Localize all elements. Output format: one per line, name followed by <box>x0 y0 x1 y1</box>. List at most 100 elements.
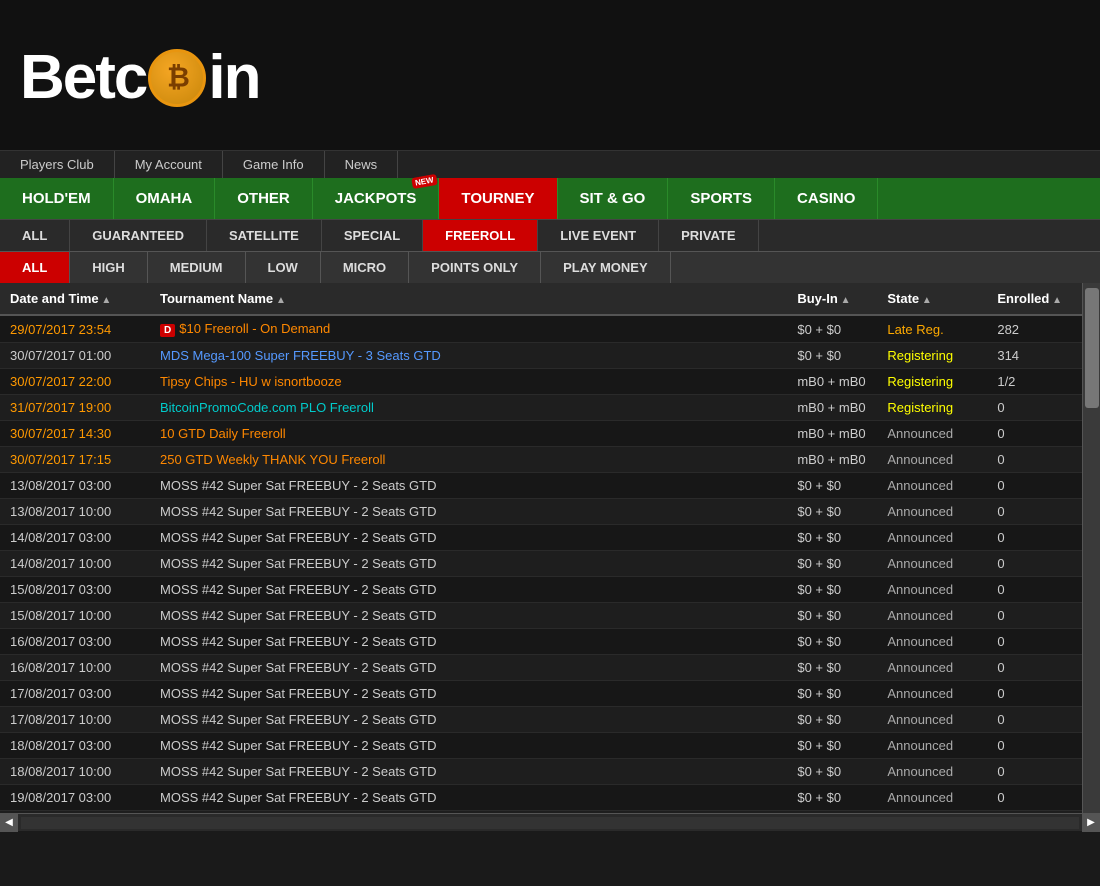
tournament-link[interactable]: MOSS #42 Super Sat FREEBUY - 2 Seats GTD <box>160 738 436 753</box>
cell-name[interactable]: MOSS #42 Super Sat FREEBUY - 2 Seats GTD <box>150 707 787 733</box>
badge-d: D <box>160 324 175 337</box>
tournament-link[interactable]: MOSS #42 Super Sat FREEBUY - 2 Seats GTD <box>160 556 436 571</box>
table-row[interactable]: 16/08/2017 10:00 MOSS #42 Super Sat FREE… <box>0 655 1100 681</box>
table-row[interactable]: 31/07/2017 19:00 BitcoinPromoCode.com PL… <box>0 395 1100 421</box>
table-row[interactable]: 14/08/2017 03:00 MOSS #42 Super Sat FREE… <box>0 525 1100 551</box>
cell-state: Announced <box>877 629 987 655</box>
sub-nav2-play-money[interactable]: PLAY MONEY <box>541 252 671 283</box>
cell-name[interactable]: MOSS #42 Super Sat FREEBUY - 2 Seats GTD <box>150 681 787 707</box>
table-row[interactable]: 19/08/2017 03:00 MOSS #42 Super Sat FREE… <box>0 785 1100 811</box>
top-nav-game-info[interactable]: Game Info <box>223 151 325 178</box>
sub-nav2-high[interactable]: HIGH <box>70 252 148 283</box>
col-header-date[interactable]: Date and Time <box>0 283 150 315</box>
main-nav-casino[interactable]: CASINO <box>775 178 878 219</box>
tournament-link[interactable]: MOSS #42 Super Sat FREEBUY - 2 Seats GTD <box>160 478 436 493</box>
cell-name[interactable]: MOSS #42 Super Sat FREEBUY - 2 Seats GTD <box>150 499 787 525</box>
tournament-table-container[interactable]: Date and Time Tournament Name Buy-In Sta… <box>0 283 1100 813</box>
table-row[interactable]: 14/08/2017 10:00 MOSS #42 Super Sat FREE… <box>0 551 1100 577</box>
sub-nav1-guaranteed[interactable]: GUARANTEED <box>70 220 207 251</box>
table-row[interactable]: 30/07/2017 14:30 10 GTD Daily Freeroll m… <box>0 421 1100 447</box>
cell-name[interactable]: MOSS #42 Super Sat FREEBUY - 2 Seats GTD <box>150 733 787 759</box>
col-header-buyin[interactable]: Buy-In <box>787 283 877 315</box>
cell-enrolled: 0 <box>987 733 1072 759</box>
cell-name[interactable]: MOSS #42 Super Sat FREEBUY - 2 Seats GTD <box>150 551 787 577</box>
cell-name[interactable]: MOSS #42 Super Sat FREEBUY - 2 Seats GTD <box>150 759 787 785</box>
tournament-link[interactable]: MOSS #42 Super Sat FREEBUY - 2 Seats GTD <box>160 660 436 675</box>
cell-name[interactable]: MOSS #42 Super Sat FREEBUY - 2 Seats GTD <box>150 655 787 681</box>
top-nav-players-club[interactable]: Players Club <box>0 151 115 178</box>
sub-nav2-micro[interactable]: MICRO <box>321 252 409 283</box>
col-header-enrolled[interactable]: Enrolled <box>987 283 1072 315</box>
cell-name[interactable]: MOSS #42 Super Sat FREEBUY - 2 Seats GTD <box>150 473 787 499</box>
cell-name[interactable]: BitcoinPromoCode.com PLO Freeroll <box>150 395 787 421</box>
table-row[interactable]: 16/08/2017 03:00 MOSS #42 Super Sat FREE… <box>0 629 1100 655</box>
tournament-link[interactable]: BitcoinPromoCode.com PLO Freeroll <box>160 400 374 415</box>
table-row[interactable]: 19/08/2017 10:00 MOSS #42 Super Sat FREE… <box>0 811 1100 814</box>
table-row[interactable]: 17/08/2017 10:00 MOSS #42 Super Sat FREE… <box>0 707 1100 733</box>
main-nav-holdem[interactable]: HOLD'EM <box>0 178 114 219</box>
table-row[interactable]: 17/08/2017 03:00 MOSS #42 Super Sat FREE… <box>0 681 1100 707</box>
top-nav-news[interactable]: News <box>325 151 399 178</box>
tournament-link[interactable]: 250 GTD Weekly THANK YOU Freeroll <box>160 452 385 467</box>
tournament-link[interactable]: MOSS #42 Super Sat FREEBUY - 2 Seats GTD <box>160 764 436 779</box>
sub-nav2-low[interactable]: LOW <box>246 252 321 283</box>
tournament-link[interactable]: $10 Freeroll - On Demand <box>179 321 330 336</box>
cell-name[interactable]: D $10 Freeroll - On Demand <box>150 315 787 343</box>
col-header-name[interactable]: Tournament Name <box>150 283 787 315</box>
table-row[interactable]: 30/07/2017 01:00 MDS Mega-100 Super FREE… <box>0 343 1100 369</box>
main-nav-other[interactable]: OTHER <box>215 178 313 219</box>
sub-nav2-medium[interactable]: MEDIUM <box>148 252 246 283</box>
sub-nav1-live-event[interactable]: LIVE EVENT <box>538 220 659 251</box>
main-nav-tourney[interactable]: TOURNEY <box>439 178 557 219</box>
sub-nav1-satellite[interactable]: SATELLITE <box>207 220 322 251</box>
table-row[interactable]: 30/07/2017 17:15 250 GTD Weekly THANK YO… <box>0 447 1100 473</box>
cell-name[interactable]: MOSS #42 Super Sat FREEBUY - 2 Seats GTD <box>150 811 787 814</box>
table-row[interactable]: 13/08/2017 03:00 MOSS #42 Super Sat FREE… <box>0 473 1100 499</box>
sub-nav2-all[interactable]: ALL <box>0 252 70 283</box>
cell-name[interactable]: MOSS #42 Super Sat FREEBUY - 2 Seats GTD <box>150 525 787 551</box>
top-nav-my-account[interactable]: My Account <box>115 151 223 178</box>
cell-name[interactable]: MOSS #42 Super Sat FREEBUY - 2 Seats GTD <box>150 785 787 811</box>
table-row[interactable]: 13/08/2017 10:00 MOSS #42 Super Sat FREE… <box>0 499 1100 525</box>
tournament-link[interactable]: Tipsy Chips - HU w isnortbooze <box>160 374 342 389</box>
cell-name[interactable]: 10 GTD Daily Freeroll <box>150 421 787 447</box>
scroll-left-arrow[interactable]: ◀ <box>0 814 18 832</box>
tournament-link[interactable]: MOSS #42 Super Sat FREEBUY - 2 Seats GTD <box>160 790 436 805</box>
cell-name[interactable]: MOSS #42 Super Sat FREEBUY - 2 Seats GTD <box>150 603 787 629</box>
cell-name[interactable]: MOSS #42 Super Sat FREEBUY - 2 Seats GTD <box>150 577 787 603</box>
scroll-right-arrow[interactable]: ▶ <box>1082 814 1100 832</box>
table-row[interactable]: 18/08/2017 10:00 MOSS #42 Super Sat FREE… <box>0 759 1100 785</box>
table-row[interactable]: 30/07/2017 22:00 Tipsy Chips - HU w isno… <box>0 369 1100 395</box>
vertical-scrollbar[interactable] <box>1082 283 1100 813</box>
cell-name[interactable]: MOSS #42 Super Sat FREEBUY - 2 Seats GTD <box>150 629 787 655</box>
sub-nav1-private[interactable]: PRIVATE <box>659 220 758 251</box>
main-nav-jackpots[interactable]: JACKPOTS NEW <box>313 178 440 219</box>
sub-nav1-all[interactable]: ALL <box>0 220 70 251</box>
col-header-state[interactable]: State <box>877 283 987 315</box>
tournament-link[interactable]: MOSS #42 Super Sat FREEBUY - 2 Seats GTD <box>160 504 436 519</box>
tournament-link[interactable]: MDS Mega-100 Super FREEBUY - 3 Seats GTD <box>160 348 441 363</box>
tournament-link[interactable]: MOSS #42 Super Sat FREEBUY - 2 Seats GTD <box>160 582 436 597</box>
tournament-link[interactable]: MOSS #42 Super Sat FREEBUY - 2 Seats GTD <box>160 608 436 623</box>
tournament-link[interactable]: MOSS #42 Super Sat FREEBUY - 2 Seats GTD <box>160 686 436 701</box>
sub-nav1-special[interactable]: SPECIAL <box>322 220 423 251</box>
main-nav-sitgo[interactable]: SIT & GO <box>558 178 669 219</box>
cell-buyin: $0 + $0 <box>787 473 877 499</box>
table-row[interactable]: 18/08/2017 03:00 MOSS #42 Super Sat FREE… <box>0 733 1100 759</box>
main-nav-sports[interactable]: SPORTS <box>668 178 775 219</box>
tournament-link[interactable]: MOSS #42 Super Sat FREEBUY - 2 Seats GTD <box>160 530 436 545</box>
sub-nav1-freeroll[interactable]: FREEROLL <box>423 220 538 251</box>
horizontal-scrollbar[interactable]: ◀ ▶ <box>0 813 1100 831</box>
tournament-link[interactable]: MOSS #42 Super Sat FREEBUY - 2 Seats GTD <box>160 634 436 649</box>
cell-name[interactable]: Tipsy Chips - HU w isnortbooze <box>150 369 787 395</box>
main-nav-omaha[interactable]: OMAHA <box>114 178 216 219</box>
table-row[interactable]: 15/08/2017 10:00 MOSS #42 Super Sat FREE… <box>0 603 1100 629</box>
table-row[interactable]: 15/08/2017 03:00 MOSS #42 Super Sat FREE… <box>0 577 1100 603</box>
cell-name[interactable]: MDS Mega-100 Super FREEBUY - 3 Seats GTD <box>150 343 787 369</box>
tournament-link[interactable]: MOSS #42 Super Sat FREEBUY - 2 Seats GTD <box>160 712 436 727</box>
sub-nav2-points-only[interactable]: POINTS ONLY <box>409 252 541 283</box>
cell-name[interactable]: 250 GTD Weekly THANK YOU Freeroll <box>150 447 787 473</box>
table-row[interactable]: 29/07/2017 23:54 D$10 Freeroll - On Dema… <box>0 315 1100 343</box>
tournament-link[interactable]: 10 GTD Daily Freeroll <box>160 426 286 441</box>
scroll-thumb[interactable] <box>1085 288 1099 408</box>
